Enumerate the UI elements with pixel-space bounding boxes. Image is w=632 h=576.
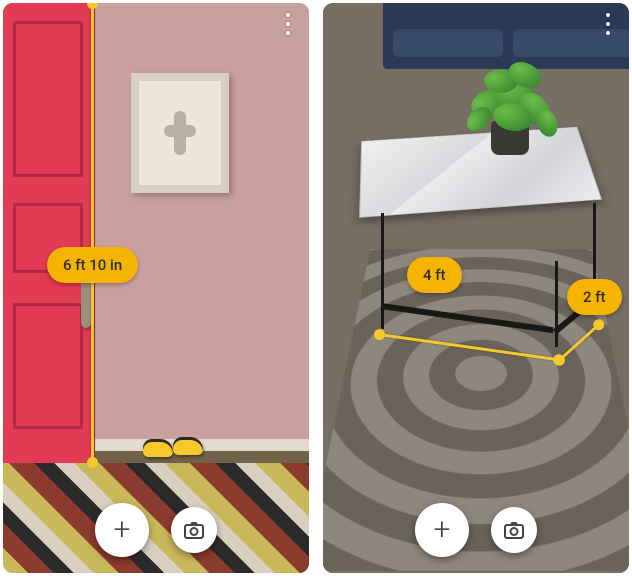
camera-viewport: 6 ft 10 in (3, 3, 309, 573)
overflow-menu-button[interactable] (599, 13, 617, 35)
bottom-toolbar: + (3, 503, 309, 557)
scene-cactus-art (160, 103, 200, 163)
measurement-label[interactable]: 6 ft 10 in (47, 247, 138, 283)
camera-viewport: 4 ft 2 ft (323, 3, 629, 573)
measurement-label[interactable]: 4 ft (407, 257, 462, 293)
scene-shoes (143, 435, 205, 463)
scene-picture-frame (131, 73, 229, 193)
scene-table-leg (593, 203, 596, 285)
ar-measure-screen-left: 6 ft 10 in + (3, 3, 309, 573)
camera-icon (182, 518, 206, 542)
scene-plant (453, 41, 563, 151)
capture-button[interactable] (171, 507, 217, 553)
measurement-line[interactable] (91, 3, 94, 463)
add-measurement-button[interactable]: + (415, 503, 469, 557)
overflow-menu-button[interactable] (279, 13, 297, 35)
camera-icon (502, 518, 526, 542)
measurement-label[interactable]: 2 ft (567, 279, 622, 315)
plus-icon: + (434, 515, 451, 545)
plus-icon: + (114, 515, 131, 545)
bottom-toolbar: + (323, 503, 629, 557)
scene-table-leg (381, 213, 384, 329)
add-measurement-button[interactable]: + (95, 503, 149, 557)
ar-measure-screen-right: 4 ft 2 ft + (323, 3, 629, 573)
scene-door (3, 3, 95, 463)
capture-button[interactable] (491, 507, 537, 553)
